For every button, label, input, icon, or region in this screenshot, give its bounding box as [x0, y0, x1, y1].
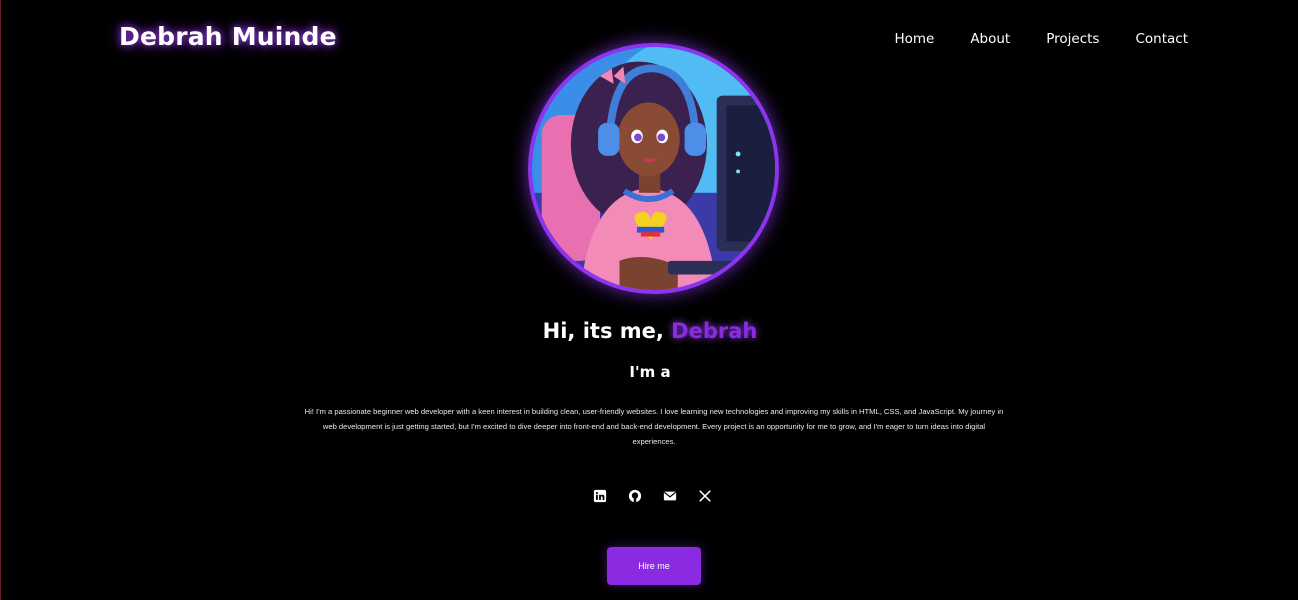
github-icon[interactable] — [628, 489, 642, 503]
site-logo[interactable]: Debrah Muinde — [119, 22, 337, 51]
hero-role: I'm a — [629, 363, 671, 381]
linkedin-icon[interactable] — [593, 489, 607, 503]
nav-contact[interactable]: Contact — [1135, 31, 1188, 47]
nav-projects[interactable]: Projects — [1046, 31, 1099, 47]
social-links — [593, 489, 712, 503]
avatar-illustration — [532, 47, 775, 290]
greeting-name: Debrah — [671, 319, 758, 343]
hire-me-button[interactable]: Hire me — [607, 547, 701, 585]
email-icon[interactable] — [663, 489, 677, 503]
greeting-prefix: Hi, its me, — [542, 319, 664, 343]
main-nav: Home About Projects Contact — [894, 31, 1188, 47]
hero-greeting: Hi, its me, Debrah — [1, 319, 1298, 343]
nav-home[interactable]: Home — [894, 31, 934, 47]
nav-about[interactable]: About — [970, 31, 1010, 47]
hero-bio: Hi! I'm a passionate beginner web develo… — [304, 407, 1004, 446]
profile-avatar — [528, 43, 779, 294]
x-icon[interactable] — [698, 489, 712, 503]
